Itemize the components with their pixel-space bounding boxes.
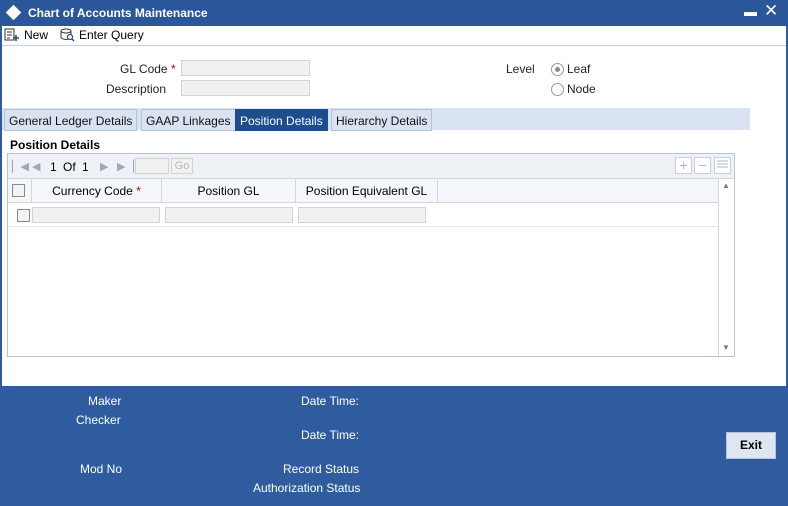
new-label: New [24, 28, 49, 42]
gl-code-required-mark: * [170, 62, 176, 76]
window-title: Chart of Accounts Maintenance [28, 6, 208, 20]
row-select-checkbox[interactable] [17, 209, 30, 222]
single-view-icon[interactable] [714, 157, 731, 174]
enter-query-button[interactable]: Enter Query [59, 28, 144, 42]
audit-footer: Maker Checker Mod No Date Time: Date Tim… [0, 386, 788, 506]
currency-code-input[interactable] [32, 207, 160, 223]
maker-date-time-label: Date Time: [301, 394, 360, 408]
table-row [8, 203, 718, 227]
level-label: Level [506, 62, 535, 76]
gl-code-label: GL Code * [120, 62, 176, 76]
new-document-icon [4, 28, 19, 41]
column-header-position-gl[interactable]: Position GL [162, 179, 296, 203]
window-diamond-icon [5, 4, 22, 21]
level-node-radio[interactable] [551, 83, 564, 96]
tab-position-details[interactable]: Position Details [235, 109, 328, 131]
scroll-down-icon[interactable]: ▼ [722, 343, 730, 352]
previous-page-icon[interactable]: ◀ [32, 160, 40, 173]
maker-label: Maker [88, 394, 122, 408]
minimize-button[interactable]: ▬ [744, 5, 757, 19]
description-input[interactable] [181, 80, 310, 96]
checker-label: Checker [76, 413, 121, 427]
close-button[interactable]: ✕ [764, 2, 778, 20]
delete-row-icon[interactable]: − [694, 157, 711, 174]
tab-bar: General Ledger Details GAAP Linkages Pos… [2, 108, 750, 131]
level-leaf-radio[interactable] [551, 63, 564, 76]
position-equivalent-gl-input[interactable] [298, 207, 426, 223]
currency-code-header-text: Currency Code [52, 184, 133, 198]
current-page: 1 [50, 160, 57, 174]
first-page-icon[interactable]: ▏◀ [12, 160, 29, 173]
go-button[interactable]: Go [171, 158, 193, 174]
description-label: Description [106, 82, 167, 96]
position-details-grid: ▏◀ ◀ 1 Of 1 ▶ ▶▕ Go + − Currency Code * … [7, 153, 735, 357]
authorization-status-label: Authorization Status [253, 481, 361, 495]
gl-code-label-text: GL Code [120, 62, 168, 76]
position-gl-input[interactable] [165, 207, 293, 223]
column-header-currency-code[interactable]: Currency Code * [32, 179, 162, 203]
new-button[interactable]: New [4, 28, 48, 42]
currency-code-required-mark: * [136, 184, 141, 198]
scroll-up-icon[interactable]: ▲ [722, 181, 730, 190]
query-icon [60, 28, 75, 42]
select-all-cell [8, 179, 32, 203]
last-page-icon[interactable]: ▶▕ [117, 160, 134, 173]
checker-date-time-label: Date Time: [301, 428, 360, 442]
grid-vertical-scrollbar[interactable]: ▲ ▼ [718, 179, 734, 356]
grid-pagination-bar: ▏◀ ◀ 1 Of 1 ▶ ▶▕ Go + − [8, 154, 734, 179]
main-content: New Enter Query GL Code * Description Le… [2, 26, 786, 386]
gl-code-input[interactable] [181, 60, 310, 76]
exit-button[interactable]: Exit [726, 432, 776, 459]
next-page-icon[interactable]: ▶ [100, 160, 108, 173]
chart-of-accounts-window: Chart of Accounts Maintenance ▬ ✕ New En… [0, 0, 788, 506]
page-number-input[interactable] [135, 158, 169, 174]
tab-hierarchy-details[interactable]: Hierarchy Details [331, 109, 433, 131]
total-pages: 1 [82, 160, 89, 174]
tab-general-ledger-details[interactable]: General Ledger Details [4, 109, 138, 131]
page-of-label: Of [63, 160, 76, 174]
select-all-checkbox[interactable] [12, 184, 25, 197]
enter-query-label: Enter Query [79, 28, 144, 42]
level-leaf-label: Leaf [567, 62, 591, 76]
grid-header-row: Currency Code * Position GL Position Equ… [8, 179, 718, 203]
record-status-label: Record Status [283, 462, 360, 476]
toolbar: New Enter Query [2, 26, 786, 46]
position-details-section-title: Position Details [10, 138, 101, 152]
tab-gaap-linkages[interactable]: GAAP Linkages [141, 109, 236, 131]
level-node-label: Node [567, 82, 596, 96]
add-row-icon[interactable]: + [675, 157, 692, 174]
column-header-position-equivalent-gl[interactable]: Position Equivalent GL [296, 179, 438, 203]
mod-no-label: Mod No [80, 462, 123, 476]
title-bar: Chart of Accounts Maintenance ▬ ✕ [0, 0, 788, 26]
list-view-icon [717, 160, 728, 168]
